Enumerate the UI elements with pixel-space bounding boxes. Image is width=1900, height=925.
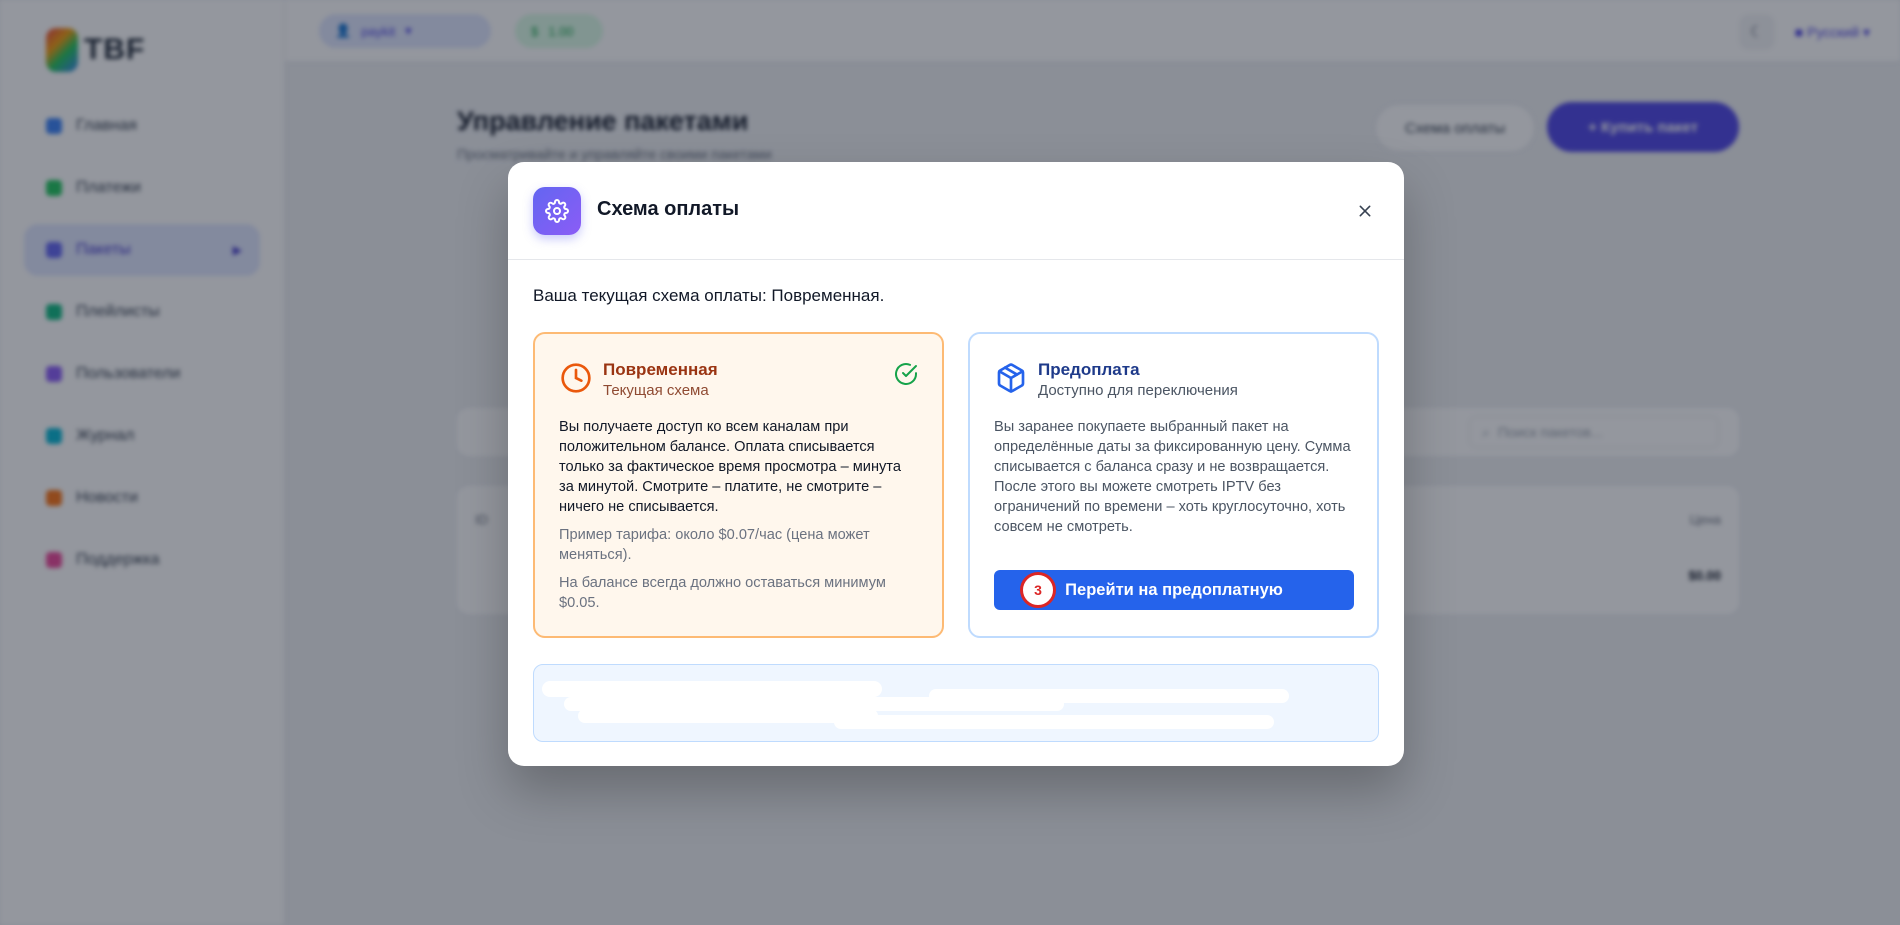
plan-titles: Повременная Текущая схема	[603, 360, 718, 401]
modal-header: Схема оплаты	[508, 162, 1404, 260]
switch-to-prepaid-button[interactable]: 3 Перейти на предоплатную	[994, 570, 1354, 610]
redacted-text	[578, 709, 878, 723]
plan-card-timebased: Повременная Текущая схема Вы получаете д…	[533, 332, 944, 638]
plan-example: Пример тарифа: около $0.07/час (цена мож…	[559, 527, 870, 563]
close-button[interactable]	[1350, 196, 1380, 226]
plan-header: Повременная Текущая схема	[559, 360, 918, 401]
check-circle-icon	[894, 362, 918, 391]
gear-icon	[533, 187, 581, 235]
plan-description: Вы заранее покупаете выбранный пакет на …	[994, 419, 1351, 535]
plan-name: Повременная	[603, 360, 718, 379]
current-scheme-text: Ваша текущая схема оплаты: Повременная.	[533, 286, 885, 305]
switch-button-label: Перейти на предоплатную	[1065, 580, 1283, 599]
payment-scheme-modal: Схема оплаты Ваша текущая схема оплаты: …	[508, 162, 1404, 766]
redacted-text	[834, 715, 1274, 729]
plan-titles: Предоплата Доступно для переключения	[1038, 360, 1238, 401]
redacted-text	[542, 681, 882, 697]
plan-header: Предоплата Доступно для переключения	[994, 360, 1353, 401]
step-badge: 3	[1020, 572, 1056, 608]
plan-status: Доступно для переключения	[1038, 382, 1238, 399]
plan-status: Текущая схема	[603, 382, 709, 399]
clock-icon	[559, 361, 593, 395]
plan-card-prepaid: Предоплата Доступно для переключения Вы …	[968, 332, 1379, 638]
package-icon	[994, 361, 1028, 395]
close-icon	[1359, 205, 1371, 217]
info-box	[533, 664, 1379, 742]
plan-description: Вы получаете доступ ко всем каналам при …	[559, 419, 901, 515]
modal-title: Схема оплаты	[597, 198, 740, 220]
plan-minimum: На балансе всегда должно оставаться мини…	[559, 575, 886, 611]
plan-name: Предоплата	[1038, 360, 1140, 379]
